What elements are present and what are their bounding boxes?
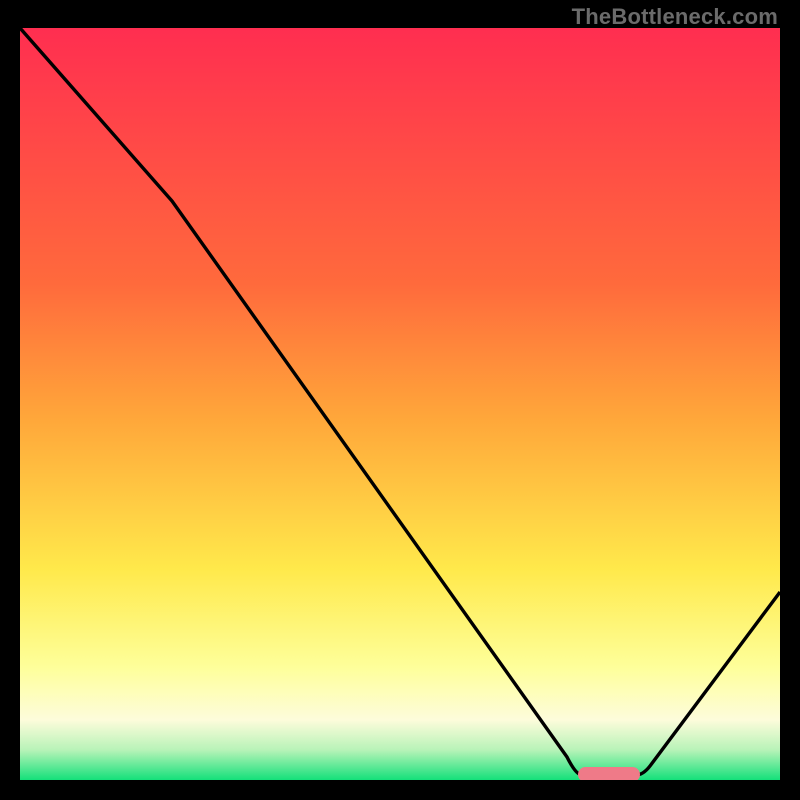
gradient-background (20, 28, 780, 780)
chart-frame: TheBottleneck.com (0, 0, 800, 800)
watermark-text: TheBottleneck.com (572, 4, 778, 30)
chart-svg (20, 28, 780, 780)
optimum-marker (578, 767, 640, 780)
plot-area (20, 28, 780, 780)
